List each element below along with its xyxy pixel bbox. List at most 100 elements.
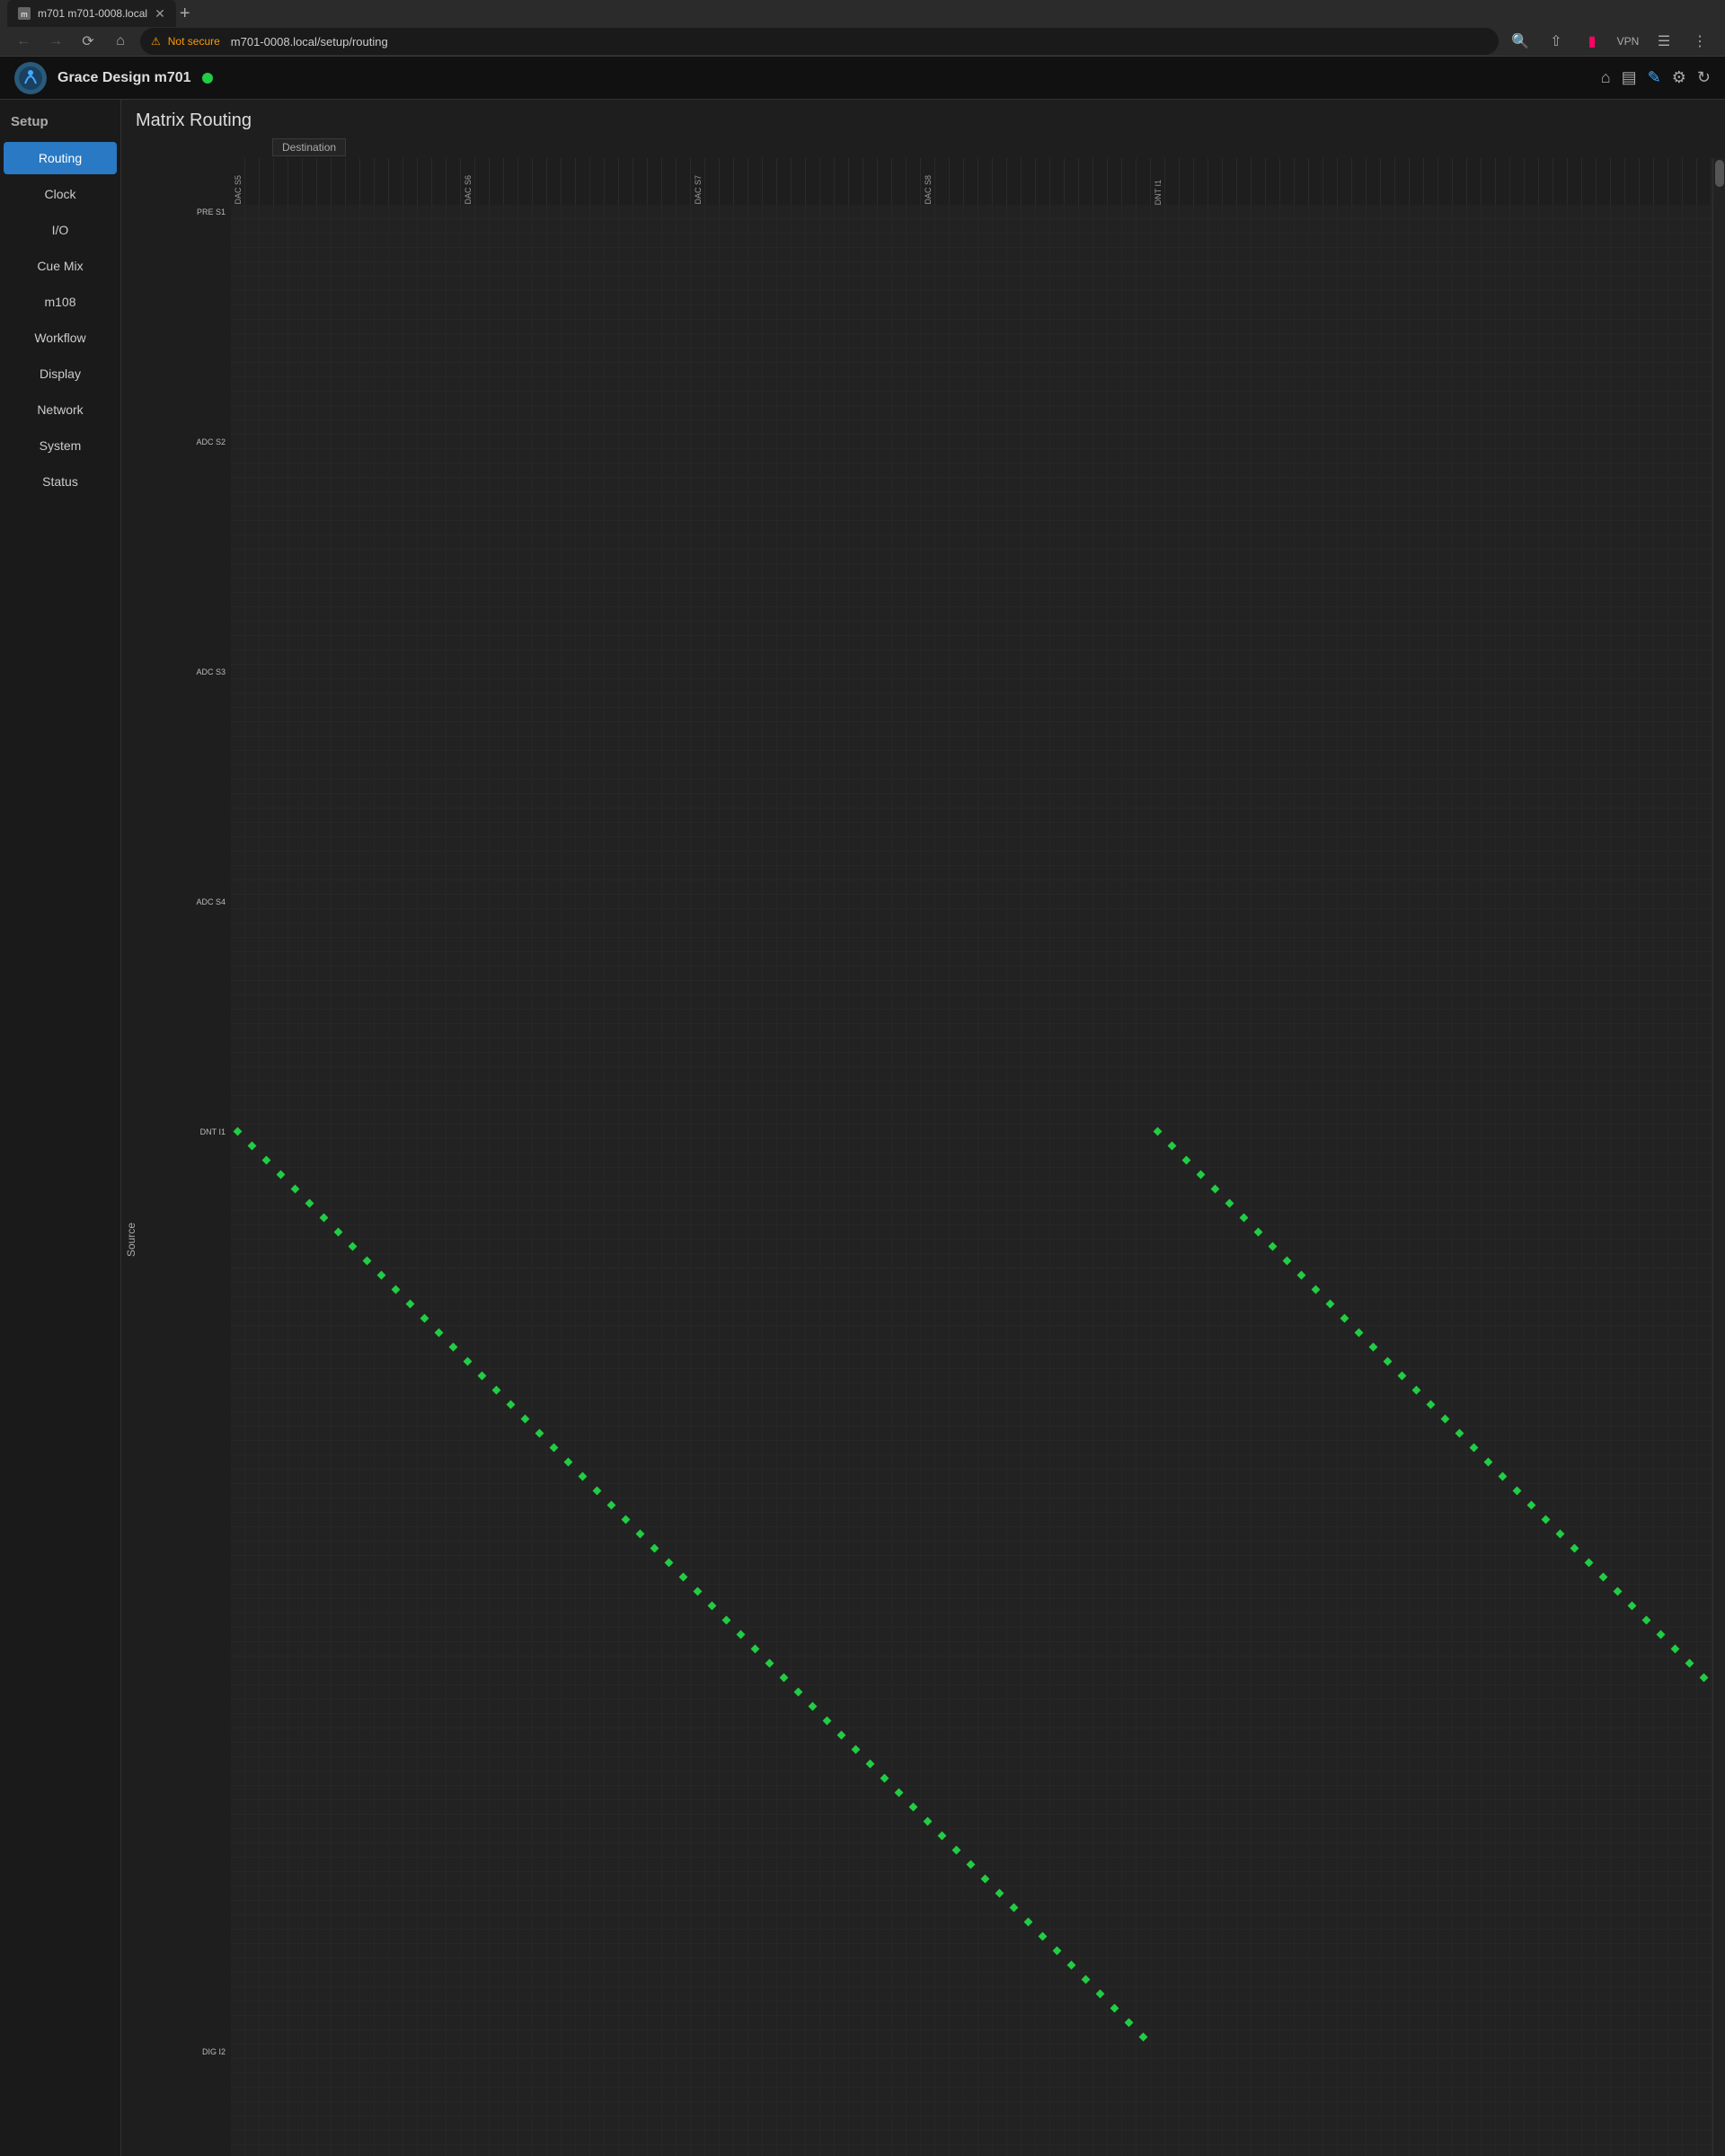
grid-cell[interactable]	[245, 478, 260, 492]
grid-cell[interactable]	[705, 420, 720, 435]
grid-cell[interactable]	[677, 320, 691, 334]
grid-cell[interactable]	[1151, 291, 1165, 305]
grid-cell[interactable]	[907, 377, 921, 392]
grid-cell[interactable]	[490, 291, 504, 305]
grid-cell[interactable]	[1252, 234, 1266, 248]
grid-cell[interactable]	[475, 464, 490, 478]
grid-cell[interactable]	[1510, 492, 1525, 507]
grid-cell[interactable]	[288, 205, 303, 219]
grid-cell[interactable]	[447, 349, 461, 363]
grid-cell[interactable]	[1352, 392, 1367, 406]
grid-cell[interactable]	[1007, 277, 1022, 291]
grid-cell[interactable]	[662, 435, 677, 449]
grid-cell[interactable]	[777, 507, 792, 521]
grid-cell[interactable]	[1668, 277, 1683, 291]
grid-cell[interactable]	[633, 377, 648, 392]
grid-cell[interactable]	[1309, 349, 1323, 363]
grid-cell[interactable]	[1625, 205, 1640, 219]
grid-cell[interactable]	[1453, 392, 1467, 406]
grid-cell[interactable]	[691, 291, 705, 305]
grid-cell[interactable]	[1338, 406, 1352, 420]
grid-cell[interactable]	[447, 377, 461, 392]
grid-cell[interactable]	[1180, 248, 1194, 262]
grid-cell[interactable]	[1165, 377, 1180, 392]
grid-cell[interactable]	[1482, 478, 1496, 492]
grid-cell[interactable]	[1553, 277, 1568, 291]
grid-cell[interactable]	[576, 392, 590, 406]
grid-cell[interactable]	[849, 392, 863, 406]
grid-cell[interactable]	[1424, 305, 1438, 320]
grid-cell[interactable]	[533, 363, 547, 377]
grid-cell[interactable]	[1539, 449, 1553, 464]
grid-cell[interactable]	[792, 492, 806, 507]
grid-cell[interactable]	[835, 420, 849, 435]
grid-cell[interactable]	[1568, 320, 1582, 334]
grid-cell[interactable]	[1654, 449, 1668, 464]
grid-cell[interactable]	[806, 234, 820, 248]
grid-cell[interactable]	[1496, 349, 1510, 363]
grid-cell[interactable]	[1510, 262, 1525, 277]
grid-cell[interactable]	[863, 277, 878, 291]
grid-cell[interactable]	[1194, 349, 1208, 363]
grid-cell[interactable]	[1568, 234, 1582, 248]
grid-cell[interactable]	[1065, 262, 1079, 277]
grid-cell[interactable]	[1208, 234, 1223, 248]
grid-cell[interactable]	[475, 363, 490, 377]
grid-cell[interactable]	[993, 449, 1007, 464]
grid-cell[interactable]	[274, 291, 288, 305]
grid-cell[interactable]	[375, 449, 389, 464]
grid-cell[interactable]	[475, 262, 490, 277]
grid-cell[interactable]	[288, 291, 303, 305]
grid-cell[interactable]	[734, 420, 748, 435]
grid-cell[interactable]	[1309, 305, 1323, 320]
grid-cell[interactable]	[1640, 420, 1654, 435]
grid-cell[interactable]	[1438, 277, 1453, 291]
grid-cell[interactable]	[878, 507, 892, 521]
grid-cell[interactable]	[619, 349, 633, 363]
grid-cell[interactable]	[1640, 262, 1654, 277]
grid-cell[interactable]	[648, 248, 662, 262]
grid-cell[interactable]	[1137, 248, 1151, 262]
grid-cell[interactable]	[518, 334, 533, 349]
grid-cell[interactable]	[547, 478, 562, 492]
grid-cell[interactable]	[1295, 464, 1309, 478]
grid-cell[interactable]	[303, 363, 317, 377]
grid-cell[interactable]	[1151, 363, 1165, 377]
grid-cell[interactable]	[1381, 305, 1395, 320]
grid-cell[interactable]	[1223, 234, 1237, 248]
grid-cell[interactable]	[562, 377, 576, 392]
grid-cell[interactable]	[1194, 291, 1208, 305]
grid-cell[interactable]	[260, 392, 274, 406]
grid-cell[interactable]	[1223, 492, 1237, 507]
grid-cell[interactable]	[1525, 205, 1539, 219]
grid-cell[interactable]	[1640, 234, 1654, 248]
grid-cell[interactable]	[1381, 219, 1395, 234]
grid-cell[interactable]	[1611, 377, 1625, 392]
grid-cell[interactable]	[1539, 492, 1553, 507]
grid-cell[interactable]	[763, 320, 777, 334]
grid-cell[interactable]	[705, 507, 720, 521]
grid-cell[interactable]	[518, 363, 533, 377]
grid-cell[interactable]	[691, 205, 705, 219]
grid-cell[interactable]	[1611, 420, 1625, 435]
grid-cell[interactable]	[935, 277, 950, 291]
grid-cell[interactable]	[288, 464, 303, 478]
grid-cell[interactable]	[648, 420, 662, 435]
grid-cell[interactable]	[547, 205, 562, 219]
grid-cell[interactable]	[1611, 492, 1625, 507]
grid-cell[interactable]	[231, 262, 245, 277]
grid-cell[interactable]	[648, 492, 662, 507]
grid-cell[interactable]	[288, 277, 303, 291]
grid-cell[interactable]	[619, 521, 633, 535]
grid-cell[interactable]	[1381, 248, 1395, 262]
grid-cell[interactable]	[1568, 248, 1582, 262]
grid-cell[interactable]	[1050, 205, 1065, 219]
grid-cell[interactable]	[1252, 420, 1266, 435]
grid-cell[interactable]	[1252, 435, 1266, 449]
grid-cell[interactable]	[288, 492, 303, 507]
grid-cell[interactable]	[288, 219, 303, 234]
grid-cell[interactable]	[1625, 406, 1640, 420]
grid-cell[interactable]	[1151, 334, 1165, 349]
grid-cell[interactable]	[907, 507, 921, 521]
grid-cell[interactable]	[1079, 349, 1093, 363]
